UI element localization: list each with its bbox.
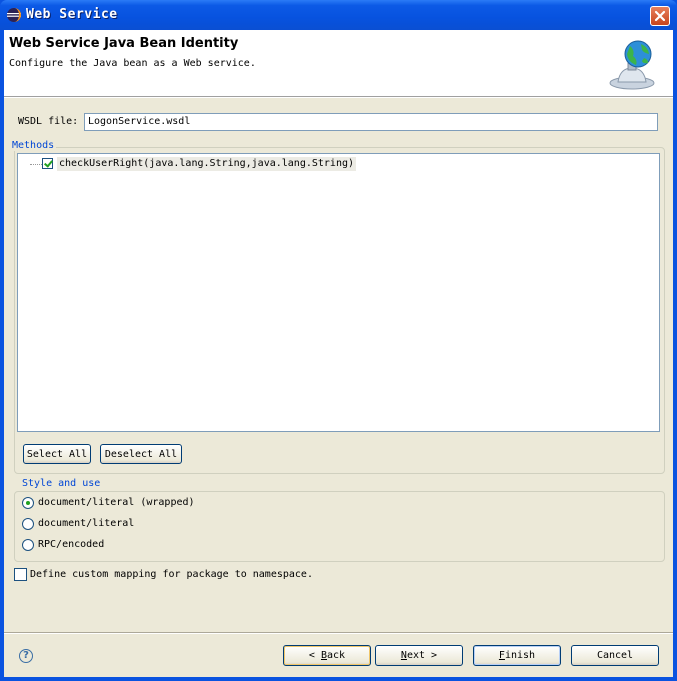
custom-mapping-checkbox[interactable] [14, 568, 27, 581]
dialog-window: Web Service Web Service Java Bean Identi… [0, 0, 677, 681]
radio-label: document/literal [38, 518, 135, 529]
next-arrow: > [431, 650, 438, 661]
button-bar-separator-highlight [4, 633, 673, 634]
dialog-body: Web Service Java Bean Identity Configure… [4, 30, 673, 677]
back-button[interactable]: < Back [283, 645, 371, 666]
method-label: checkUserRight(java.lang.String,java.lan… [57, 157, 357, 171]
help-icon[interactable]: ? [19, 649, 33, 663]
tree-connector [30, 164, 42, 165]
radio-label: document/literal (wrapped) [38, 497, 195, 508]
radio-button[interactable] [22, 539, 34, 551]
custom-mapping-label: Define custom mapping for package to nam… [30, 569, 313, 580]
eclipse-icon [7, 8, 21, 22]
web-service-globe-icon [609, 40, 655, 90]
cancel-button[interactable]: Cancel [571, 645, 659, 666]
finish-button[interactable]: Finish [473, 645, 561, 666]
title-bar[interactable]: Web Service [0, 0, 677, 30]
radio-button[interactable] [22, 518, 34, 530]
methods-group-label: Methods [10, 140, 57, 151]
page-title: Web Service Java Bean Identity [9, 36, 239, 51]
banner-separator [4, 97, 673, 98]
wizard-banner: Web Service Java Bean Identity Configure… [4, 30, 673, 97]
finish-label-rest: inish [504, 650, 536, 661]
style-and-use-label: Style and use [20, 478, 103, 489]
radio-button[interactable] [22, 497, 34, 509]
back-label-rest: ack [327, 650, 346, 661]
window-title: Web Service [26, 7, 118, 22]
wsdl-file-input[interactable]: LogonService.wsdl [84, 113, 658, 131]
deselect-all-button[interactable]: Deselect All [100, 444, 182, 464]
select-all-button[interactable]: Select All [23, 444, 91, 464]
next-button[interactable]: Next > [375, 645, 463, 666]
close-icon [654, 10, 666, 22]
close-button[interactable] [650, 6, 670, 26]
page-description: Configure the Java bean as a Web service… [9, 58, 256, 69]
back-arrow: < [308, 650, 315, 661]
methods-list[interactable]: checkUserRight(java.lang.String,java.lan… [17, 153, 660, 432]
wsdl-file-label: WSDL file: [18, 116, 79, 127]
method-checkbox[interactable] [42, 158, 53, 169]
next-label-rest: ext [406, 650, 426, 661]
radio-label: RPC/encoded [38, 539, 105, 550]
